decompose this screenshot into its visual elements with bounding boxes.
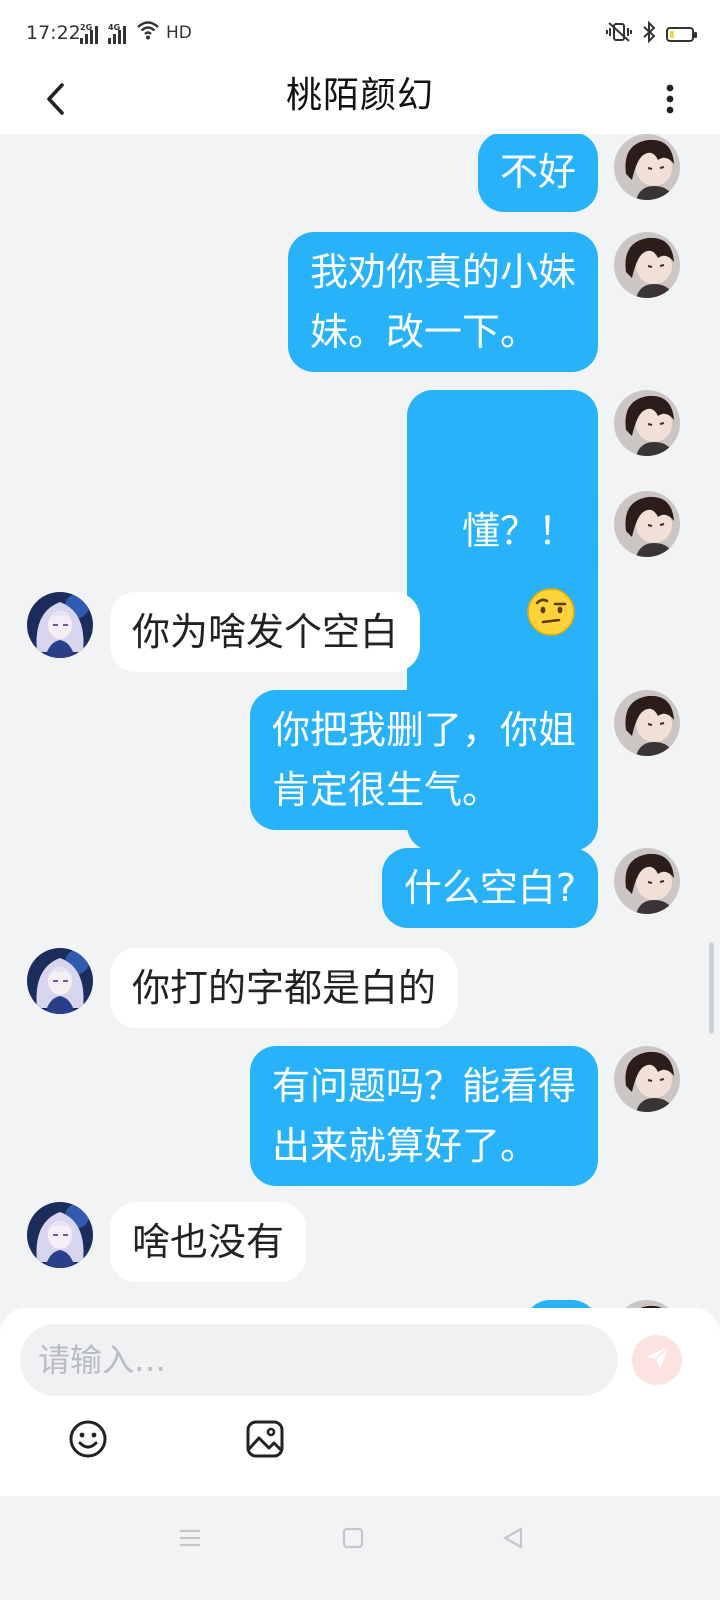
signal-1-tag: 2G [80, 23, 93, 32]
smiley-icon [68, 1419, 108, 1463]
anime-girl-portrait-icon [27, 948, 93, 1014]
page-title: 桃陌颜幻 [285, 75, 434, 116]
message-bubble[interactable]: 你为啥发个空白 [110, 592, 421, 672]
nav-back-button[interactable] [493, 1520, 533, 1560]
chat-message-list[interactable]: 不好 我劝你真的小妹 妹。改一下。 懂？！ 你为啥发个空白 你把我删了，你姐 肯… [0, 134, 720, 1310]
signal-icon-2: 4G [108, 23, 126, 44]
nav-menu-button[interactable] [170, 1520, 210, 1560]
contact-avatar[interactable] [27, 592, 93, 658]
boy-portrait-icon [614, 232, 680, 298]
status-bar: 17:22 2G 4G HD [0, 0, 720, 68]
message-bubble[interactable]: 你打的字都是白的 [110, 948, 459, 1028]
network-label: HD [166, 23, 192, 43]
bluetooth-icon [642, 20, 656, 47]
vertical-dots-icon [666, 84, 674, 118]
input-panel [0, 1308, 720, 1496]
message-bubble[interactable]: 懂？！ [439, 491, 598, 571]
square-icon [342, 1527, 364, 1553]
vibrate-mute-icon [606, 21, 632, 47]
signal-2-tag: 4G [108, 23, 121, 32]
message-input[interactable] [20, 1324, 618, 1396]
anime-girl-portrait-icon [27, 592, 93, 658]
message-bubble[interactable]: 有问题吗？能看得 出来就算好了。 [249, 1046, 598, 1186]
send-button[interactable] [632, 1335, 682, 1385]
my-avatar[interactable] [614, 491, 680, 557]
boy-portrait-icon [614, 491, 680, 557]
status-left-icons: 2G 4G HD [80, 20, 192, 44]
contact-avatar[interactable] [27, 1202, 93, 1268]
battery-icon [666, 26, 697, 42]
menu-icon [178, 1527, 202, 1553]
boy-portrait-icon [614, 1046, 680, 1112]
triangle-back-icon [502, 1526, 524, 1554]
boy-portrait-icon [614, 390, 680, 456]
message-bubble[interactable]: 啥也没有 [110, 1202, 307, 1282]
status-right-icons [606, 20, 697, 47]
system-nav-bar [0, 1496, 720, 1600]
my-avatar[interactable] [614, 690, 680, 756]
boy-portrait-icon [614, 134, 680, 200]
image-button[interactable] [244, 1420, 286, 1462]
status-time: 17:22 [26, 22, 81, 44]
image-icon [245, 1419, 285, 1463]
nav-home-button[interactable] [333, 1520, 373, 1560]
message-bubble[interactable]: 我劝你真的小妹 妹。改一下。 [287, 232, 598, 372]
boy-portrait-icon [614, 690, 680, 756]
battery-level [670, 30, 674, 38]
chat-header: 桃陌颜幻 [0, 68, 720, 134]
message-bubble[interactable]: 不好 [477, 134, 598, 212]
my-avatar[interactable] [614, 848, 680, 914]
my-avatar[interactable] [614, 232, 680, 298]
boy-portrait-icon [614, 848, 680, 914]
emoji-button[interactable] [67, 1420, 109, 1462]
signal-icon-1: 2G [80, 23, 98, 44]
my-avatar[interactable] [614, 390, 680, 456]
my-avatar[interactable] [614, 1046, 680, 1112]
anime-girl-portrait-icon [27, 1202, 93, 1268]
more-options-button[interactable] [650, 76, 690, 126]
scroll-indicator[interactable] [709, 942, 714, 1034]
contact-avatar[interactable] [27, 948, 93, 1014]
message-bubble[interactable]: 什么空白? [381, 848, 598, 928]
my-avatar[interactable] [614, 134, 680, 200]
message-bubble[interactable]: 你把我删了，你姐 肯定很生气。 [249, 690, 598, 830]
paper-plane-icon [644, 1345, 670, 1375]
wifi-icon [136, 20, 160, 44]
